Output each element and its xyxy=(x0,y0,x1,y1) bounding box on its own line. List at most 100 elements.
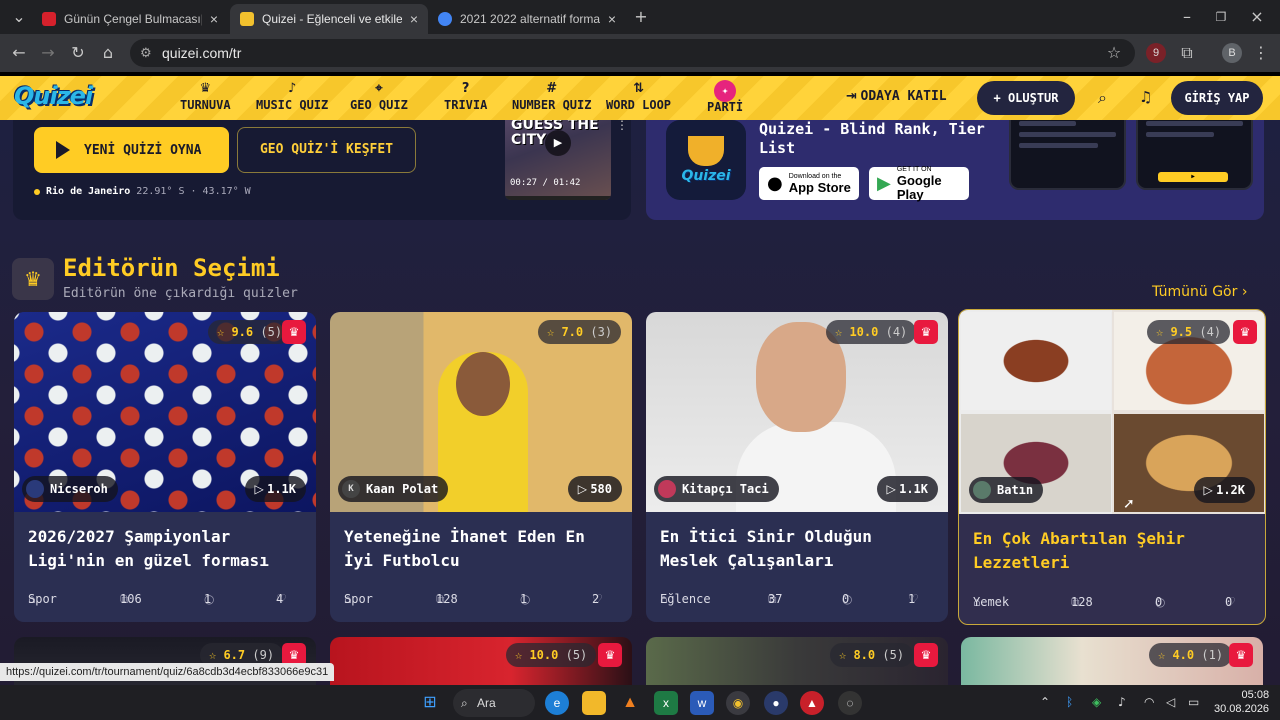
menu-dots-icon[interactable]: ⋮ xyxy=(1250,42,1272,64)
quiz-card[interactable]: ☆ 8.0 (5) ♛ xyxy=(646,637,948,685)
nav-label: TRIVIA xyxy=(444,98,488,112)
back-icon[interactable]: ← xyxy=(8,42,30,64)
explore-geo-quiz-button[interactable]: GEO QUİZ'İ KEŞFET xyxy=(237,127,416,173)
crown-badge-icon: ♛ xyxy=(914,320,938,344)
comment-count: 1 xyxy=(204,592,212,606)
nav-music-quiz[interactable]: ♪ MUSIC QUIZ xyxy=(256,80,328,118)
card-title[interactable]: En Çok Abartılan Şehir Lezzetleri xyxy=(973,527,1251,575)
excel-icon[interactable]: x xyxy=(654,691,678,715)
file-explorer-icon[interactable] xyxy=(582,691,606,715)
rating-count: (4) xyxy=(1199,325,1222,339)
tab-google[interactable]: 2021 2022 alternatif forma gala × xyxy=(428,4,626,34)
word-icon[interactable]: w xyxy=(690,691,714,715)
quiz-card[interactable]: ☆ 4.0 (1) ♛ xyxy=(961,637,1263,685)
extensions-puzzle-icon[interactable]: ⧉ xyxy=(1176,42,1198,64)
quizei-logo[interactable]: Quizei xyxy=(14,82,93,110)
crown-icon: ♛ xyxy=(12,258,54,300)
section-title: Editörün Seçimi xyxy=(63,254,280,282)
volume-icon[interactable]: ◁ xyxy=(1166,695,1175,709)
forward-icon[interactable]: → xyxy=(37,42,59,64)
home-icon[interactable]: ⌂ xyxy=(97,42,119,64)
nav-label: TURNUVA xyxy=(180,98,231,112)
nav-parti[interactable]: ✦ PARTİ xyxy=(707,80,743,118)
windows-start-icon[interactable]: ⊞ xyxy=(418,691,442,715)
security-icon[interactable]: ◈ xyxy=(1092,695,1101,709)
bluetooth-icon[interactable]: ᛒ xyxy=(1066,695,1073,709)
bell-icon[interactable]: ♫ xyxy=(1139,88,1152,106)
app-icon[interactable]: ◌ xyxy=(838,691,862,715)
google-play-button[interactable]: ▶ GET IT ON Google Play xyxy=(869,166,969,202)
nav-number-quiz[interactable]: # NUMBER QUIZ xyxy=(512,80,591,118)
author-chip[interactable]: K Kaan Polat xyxy=(338,476,449,502)
card-title[interactable]: Yeteneğine İhanet Eden En İyi Futbolcu xyxy=(344,525,622,573)
play-new-quiz-button[interactable]: YENİ QUİZİ OYNA xyxy=(34,127,229,173)
author-chip[interactable]: Kitapçı Taci xyxy=(654,476,779,502)
avatar: K xyxy=(342,480,360,498)
reload-icon[interactable]: ↻ xyxy=(67,42,89,64)
rating-badge: ☆ 10.0 (4) xyxy=(826,320,917,344)
create-button[interactable]: + OLUŞTUR xyxy=(977,81,1075,115)
taskbar-search[interactable]: ⌕ Ara xyxy=(453,689,535,717)
tab-cengel[interactable]: Günün Çengel Bulmacası| HT Bu × xyxy=(32,4,228,34)
question-icon: ? xyxy=(461,81,470,96)
battery-icon[interactable]: ▭ xyxy=(1188,695,1199,709)
item-count: 128 xyxy=(1071,595,1093,609)
star-icon: ☆ xyxy=(209,648,224,662)
bookmark-star-icon[interactable]: ☆ xyxy=(1103,42,1125,64)
mic-icon[interactable]: ♪ xyxy=(1118,695,1126,709)
tab-quizei[interactable]: Quizei - Eğlenceli ve etkileşimli × xyxy=(230,4,428,34)
restore-icon[interactable]: ❐ xyxy=(1210,6,1232,28)
nav-geo-quiz[interactable]: ⌖ GEO QUIZ xyxy=(350,80,408,118)
minimize-icon[interactable]: – xyxy=(1176,6,1198,28)
phone-play-button: ▶ xyxy=(1158,172,1228,182)
url-bar[interactable]: ⚙ quizei.com/tr xyxy=(130,39,1135,67)
nav-turnuva[interactable]: ♛ TURNUVA xyxy=(180,80,231,118)
join-room-button[interactable]: ⇥ ODAYA KATIL xyxy=(846,88,947,104)
video-play-icon[interactable]: ▶ xyxy=(545,130,571,156)
video-thumbnail[interactable]: GUESS THE CITY ▶ 00:27 / 01:42 xyxy=(505,120,611,200)
app-icon[interactable]: ▲ xyxy=(800,691,824,715)
app-icon[interactable]: ● xyxy=(764,691,788,715)
author-chip[interactable]: Nicseroh xyxy=(22,476,118,502)
site-info-icon[interactable]: ⚙ xyxy=(140,39,152,67)
author-chip[interactable]: Batın xyxy=(969,477,1044,503)
see-all-link[interactable]: Tümünü Gör › xyxy=(1152,284,1247,300)
card-title[interactable]: 2026/2027 Şampiyonlar Ligi'nin en güzel … xyxy=(28,525,306,573)
search-label: Ara xyxy=(477,696,496,710)
location-name: Rio de Janeiro xyxy=(46,186,131,197)
close-window-icon[interactable]: × xyxy=(1246,6,1268,28)
profile-avatar[interactable]: B xyxy=(1222,43,1242,63)
star-icon: ☆ xyxy=(1156,325,1171,339)
appstore-big: App Store xyxy=(788,180,851,195)
star-icon: ☆ xyxy=(839,648,854,662)
quiz-card[interactable]: ☆ 7.0 (3) K Kaan Polat ▷ 580 Yeteneğine İ… xyxy=(330,312,632,622)
quiz-card[interactable]: ☆ 9.5 (4) ♛ Batın ▷ 1.2K En Çok Abartıla… xyxy=(958,309,1266,625)
nav-word-loop[interactable]: ⇅ WORD LOOP xyxy=(606,80,671,118)
new-tab-icon[interactable]: + xyxy=(630,6,652,28)
video-menu-icon[interactable]: ⋮ xyxy=(616,120,628,132)
nav-trivia[interactable]: ? TRIVIA xyxy=(444,80,487,118)
quiz-card[interactable]: ☆ 9.6 (5) ♛ Nicseroh ▷ 1.1K 2026/2027 Şa… xyxy=(14,312,316,622)
search-icon[interactable]: ⌕ xyxy=(1098,88,1107,108)
phone-mockup: ▶ xyxy=(1136,120,1253,190)
video-progress[interactable] xyxy=(505,196,611,200)
app-store-button[interactable]: ● Download on the App Store xyxy=(759,167,859,200)
edge-icon[interactable]: e xyxy=(545,691,569,715)
rating-badge: ☆ 4.0 (1) xyxy=(1149,643,1233,667)
close-tab-icon[interactable]: × xyxy=(210,11,218,27)
tray-chevron-icon[interactable]: ⌃ xyxy=(1040,695,1050,709)
video-time: 00:27 / 01:42 xyxy=(510,178,581,188)
clock[interactable]: 05:08 30.08.2026 xyxy=(1214,688,1269,716)
card-title[interactable]: En İtici Sinir Olduğun Meslek Çalışanlar… xyxy=(660,525,938,573)
chrome-icon[interactable]: ◉ xyxy=(726,691,750,715)
tab-list-icon[interactable]: ⌄ xyxy=(8,6,30,28)
close-tab-icon[interactable]: × xyxy=(410,11,418,27)
trophy-icon xyxy=(688,136,724,166)
login-button[interactable]: GİRİŞ YAP xyxy=(1171,81,1263,115)
vlc-icon[interactable]: ▲ xyxy=(618,691,642,715)
close-tab-icon[interactable]: × xyxy=(608,11,616,27)
quiz-card[interactable]: ☆ 10.0 (5) ♛ xyxy=(330,637,632,685)
wifi-icon[interactable]: ◠ xyxy=(1144,695,1154,709)
quiz-card[interactable]: ☆ 10.0 (4) ♛ Kitapçı Taci ▷ 1.1K En İtic… xyxy=(646,312,948,622)
extension-icon[interactable]: 9 xyxy=(1146,43,1166,63)
